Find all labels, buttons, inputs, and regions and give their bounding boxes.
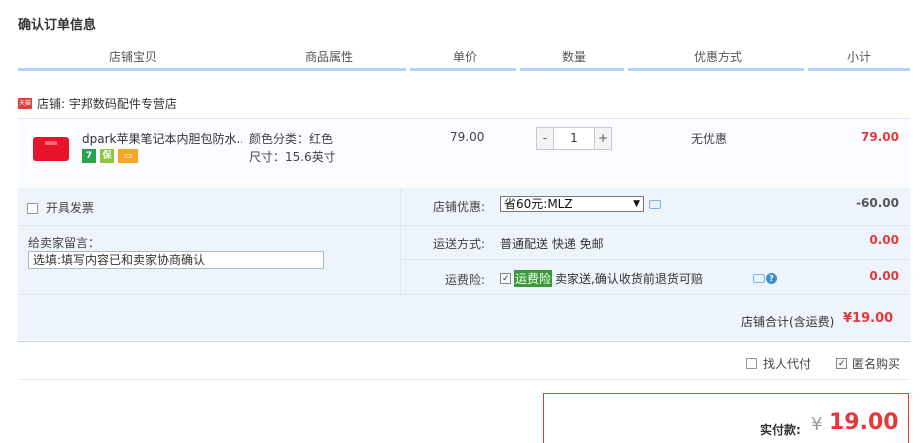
quantity-plus-button[interactable]: + [594,127,612,150]
invoice-label: 开具发票 [45,201,94,215]
payment-currency: ¥ [811,414,823,435]
anonymous-checkbox[interactable] [836,358,847,369]
item-subtotal: 79.00 [861,130,899,144]
discount-method: 无优惠 [691,132,728,146]
memo-label: 给卖家留言： [28,236,101,250]
shop-discount-amount: -60.00 [856,196,899,210]
insurance-description: 卖家送,确认收货前退货可赔 [555,272,703,286]
seven-day-return-icon[interactable]: 7 [82,149,96,163]
credit-card-icon[interactable]: ▭ [118,149,138,163]
anonymous-label: 匿名购买 [852,357,901,371]
col-attributes: 商品属性 [304,50,353,64]
chat-bubble-icon[interactable] [649,200,661,209]
laptop-sleeve-image-detail [45,141,57,145]
divider [401,259,910,260]
shipping-value: 普通配送 快递 免邮 [500,237,604,251]
shop-discount-label: 店铺优惠: [433,200,486,214]
insurance-tag: 运费险 [514,270,553,287]
invoice-checkbox[interactable] [27,203,38,214]
anonymous-option: 匿名购买 [836,355,900,372]
divider [401,225,910,226]
header-bar [628,68,804,71]
insurance-amount-wrap: 0.00 [819,269,899,283]
proxy-pay-option: 找人代付 [746,355,811,372]
help-icon[interactable]: ? [766,273,777,284]
header-bar [410,68,516,71]
insurance-option: 运费险 卖家送,确认收货前退货可赔 [500,270,703,287]
insurance-label: 运费险: [445,273,486,287]
size-attribute: 尺寸：15.6英寸 [249,150,336,164]
shop-discount-select[interactable]: 省60元:MLZ ▼ [500,196,644,212]
shop-total-amount: ¥19.00 [843,311,894,326]
proxy-pay-label: 找人代付 [763,357,812,371]
shop-discount-amount-wrap: -60.00 [819,196,899,210]
header-bar [18,68,406,71]
shop-total-label: 店铺合计(含运费) [741,315,835,329]
divider [18,225,401,226]
item-row [18,118,910,188]
quantity-minus-button[interactable]: - [536,127,554,150]
shipping-amount-wrap: 0.00 [819,233,899,247]
insurance-amount: 0.00 [869,269,899,283]
divider [18,341,910,342]
shipping-amount: 0.00 [869,233,899,247]
divider [18,294,910,295]
dropdown-arrow-icon: ▼ [633,199,640,209]
col-quantity: 数量 [561,50,586,64]
quantity-stepper: - 1 + [536,127,612,150]
invoice-option: 开具发票 [27,199,94,216]
proxy-pay-checkbox[interactable] [746,358,757,369]
shop-discount-selected: 省60元:MLZ [504,197,573,211]
shop-name-link[interactable]: 店铺: 宇邦数码配件专营店 [37,95,177,112]
unit-price: 79.00 [450,130,485,144]
shop-row: 天猫 店铺: 宇邦数码配件专营店 [18,94,177,112]
shipping-label: 运送方式: [433,237,486,251]
payment-label: 实付款: [760,423,801,437]
divider [18,379,910,380]
col-discount: 优惠方式 [693,50,742,64]
color-attribute: 颜色分类：红色 [249,132,334,146]
table-header: 店铺宝贝 商品属性 单价 数量 优惠方式 小计 [18,46,910,71]
product-name-link[interactable]: dpark苹果笔记本内胆包防水... [82,130,242,147]
header-bar [808,68,910,71]
insurance-checkbox[interactable] [500,273,511,284]
quantity-input[interactable]: 1 [554,127,594,150]
guarantee-icon[interactable]: 保 [100,149,114,163]
header-bar [520,68,624,71]
payment-amount: 19.00 [829,410,899,435]
col-subtotal: 小计 [846,50,871,64]
col-unit-price: 单价 [452,50,477,64]
tmall-icon: 天猫 [18,97,32,109]
chat-bubble-icon[interactable] [753,274,765,283]
page-title: 确认订单信息 [18,18,97,33]
col-shop-item: 店铺宝贝 [108,50,157,64]
memo-input[interactable]: 选填:填写内容已和卖家协商确认 [28,251,324,269]
product-attributes: 颜色分类：红色 尺寸：15.6英寸 [249,130,336,166]
